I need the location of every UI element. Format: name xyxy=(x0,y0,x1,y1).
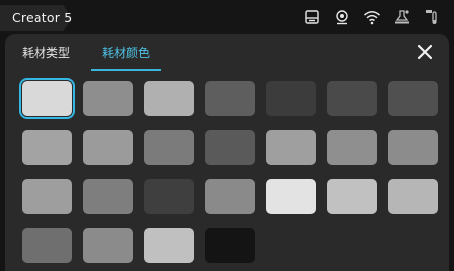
bed-temperature-icon[interactable] xyxy=(422,8,442,26)
color-swatch[interactable] xyxy=(327,179,377,214)
color-swatch[interactable] xyxy=(205,130,255,165)
wifi-icon[interactable] xyxy=(362,8,382,26)
color-swatch[interactable] xyxy=(327,130,377,165)
printer-status-icon[interactable] xyxy=(302,8,322,26)
color-swatch[interactable] xyxy=(144,81,194,116)
color-swatch[interactable] xyxy=(19,78,75,119)
color-swatch[interactable] xyxy=(388,81,438,116)
filament-panel: 耗材类型 耗材颜色 xyxy=(5,34,449,271)
color-swatch[interactable] xyxy=(327,81,377,116)
color-swatch[interactable] xyxy=(22,179,72,214)
color-swatch[interactable] xyxy=(83,130,133,165)
color-swatch[interactable] xyxy=(388,130,438,165)
color-swatch[interactable] xyxy=(83,228,133,263)
color-swatch[interactable] xyxy=(83,81,133,116)
color-swatch[interactable] xyxy=(83,179,133,214)
color-swatch[interactable] xyxy=(266,81,316,116)
camera-icon[interactable] xyxy=(332,8,352,26)
status-icons xyxy=(302,8,442,26)
color-swatch[interactable] xyxy=(205,81,255,116)
nozzle-temperature-icon[interactable] xyxy=(392,8,412,26)
color-swatch[interactable] xyxy=(144,228,194,263)
color-swatch[interactable] xyxy=(144,130,194,165)
color-swatch[interactable] xyxy=(388,179,438,214)
color-swatch[interactable] xyxy=(205,228,255,263)
screen: Creator 5 耗材类型 耗材颜色 xyxy=(0,0,454,271)
color-swatch[interactable] xyxy=(22,228,72,263)
color-swatch-grid xyxy=(5,34,449,271)
color-swatch[interactable] xyxy=(205,179,255,214)
color-swatch[interactable] xyxy=(266,179,316,214)
app-title: Creator 5 xyxy=(12,10,73,25)
color-swatch[interactable] xyxy=(266,130,316,165)
status-bar: Creator 5 xyxy=(0,0,454,34)
color-swatch[interactable] xyxy=(22,130,72,165)
color-swatch[interactable] xyxy=(144,179,194,214)
